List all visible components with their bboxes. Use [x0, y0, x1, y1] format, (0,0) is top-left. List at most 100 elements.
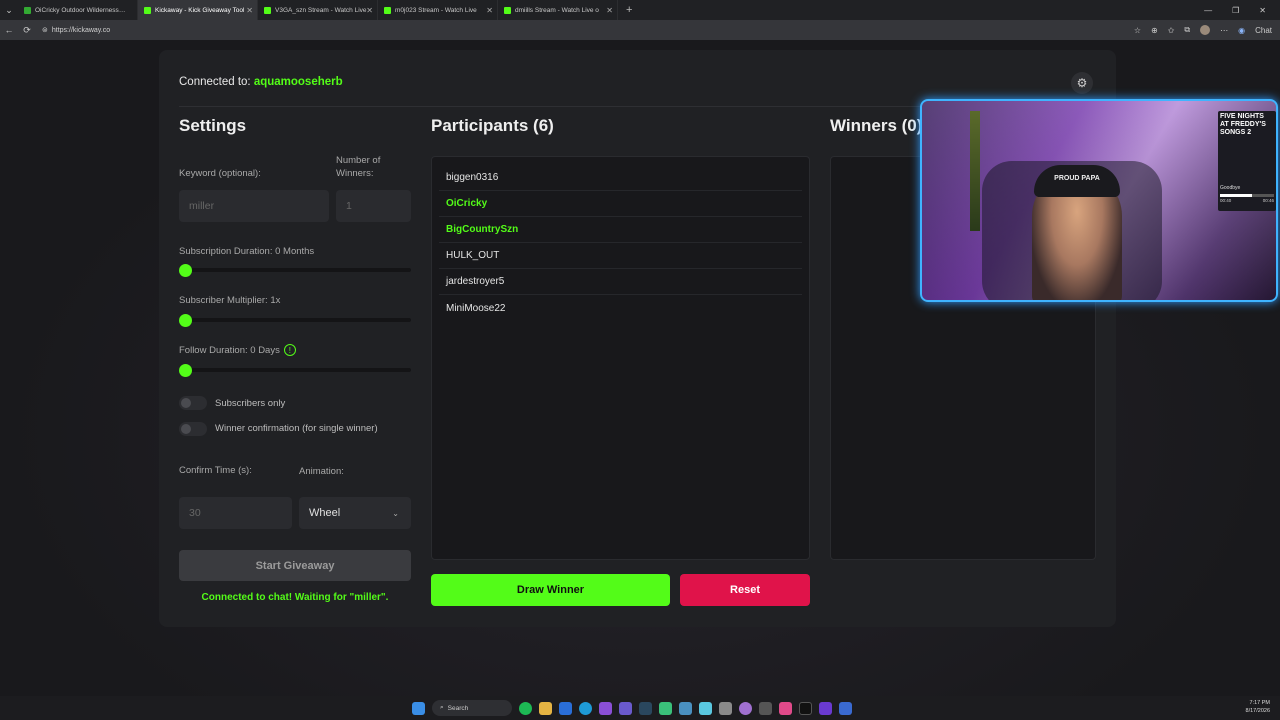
participant-row[interactable]: biggen0316 [439, 165, 802, 191]
kick-favicon-icon [384, 6, 391, 14]
participants-title: Participants (6) [431, 116, 554, 135]
song-progress-bar [1220, 194, 1274, 197]
browser-tab-5[interactable]: dmiills Stream - Watch Live o ✕ [498, 0, 618, 20]
tab-title: dmiills Stream - Watch Live o [515, 6, 599, 14]
subscribers-only-toggle[interactable] [179, 396, 207, 410]
participant-row[interactable]: BigCountrySzn [439, 217, 802, 243]
app-icon[interactable] [599, 701, 612, 715]
participant-row[interactable]: jardestroyer5 [439, 269, 802, 295]
close-window-icon[interactable]: ✕ [1259, 6, 1266, 15]
steam-icon[interactable] [639, 701, 652, 715]
site-info-icon[interactable]: ⊜ [42, 26, 48, 34]
app-icon[interactable] [679, 701, 692, 715]
maximize-icon[interactable]: ❐ [1232, 6, 1239, 15]
keyword-input[interactable]: miller [179, 190, 329, 222]
app-icon[interactable] [739, 701, 752, 715]
song-progress-fill [1220, 194, 1253, 197]
browser-tab-2[interactable]: Kickaway - Kick Giveaway Tool ✕ [138, 0, 258, 20]
participant-row[interactable]: OiCricky [439, 191, 802, 217]
windows-start-icon[interactable] [412, 701, 425, 715]
pixel-sword-decor [970, 111, 980, 231]
tab-title: Kickaway - Kick Giveaway Tool [155, 6, 245, 14]
spotify-icon[interactable] [519, 701, 532, 715]
confirm-time-input[interactable]: 30 [179, 497, 292, 529]
folder-icon[interactable] [539, 701, 552, 715]
chat-label[interactable]: Chat [1255, 26, 1272, 35]
animation-select[interactable]: Wheel ⌄ [299, 497, 411, 529]
participants-list: biggen0316 OiCricky BigCountrySzn HULK_O… [431, 156, 810, 560]
new-tab-button[interactable]: + [618, 4, 640, 16]
app-icon[interactable] [839, 701, 852, 715]
subscription-duration-label: Subscription Duration: 0 Months [179, 246, 315, 257]
slider-knob[interactable] [179, 364, 192, 377]
app-icon[interactable] [819, 701, 832, 715]
kick-favicon-icon [144, 6, 151, 14]
tab-menu-chevron-icon[interactable]: ⌄ [0, 5, 18, 16]
settings-gear-icon[interactable]: ⚙ [1071, 72, 1093, 94]
winner-confirmation-toggle[interactable] [179, 422, 207, 436]
winners-title: Winners (0) [830, 116, 923, 135]
follow-duration-slider[interactable] [179, 364, 411, 377]
winners-input[interactable]: 1 [336, 190, 411, 222]
favorites-icon[interactable]: ✩ [1168, 26, 1175, 35]
kick-favicon-icon [264, 6, 271, 14]
tab-close-icon[interactable]: ✕ [486, 6, 493, 15]
music-panel-title: FIVE NIGHTS AT FREDDY'S SONGS 2 [1220, 113, 1266, 136]
browser-tab-4[interactable]: m0j023 Stream - Watch Live ✕ [378, 0, 498, 20]
info-icon[interactable]: ! [283, 344, 296, 357]
minimize-icon[interactable]: — [1204, 6, 1212, 15]
participant-row[interactable]: MiniMoose22 [439, 295, 802, 321]
collections-icon[interactable]: ⧉ [1184, 25, 1190, 35]
tab-title: m0j023 Stream - Watch Live [395, 6, 477, 14]
reset-button[interactable]: Reset [680, 574, 810, 606]
chat-status-message: Connected to chat! Waiting for "miller". [201, 592, 389, 603]
streamer-cap: PROUD PAPA [1034, 165, 1120, 197]
follow-duration-label: Follow Duration: 0 Days [179, 345, 280, 356]
windows-taskbar: ⌕ Search 7:17 PM 8/17/2026 [0, 696, 1280, 720]
keyword-label: Keyword (optional): [179, 168, 261, 179]
browser-tab-1[interactable]: OiCricky Outdoor Wilderness Gam [18, 0, 138, 20]
app-icon[interactable] [619, 701, 632, 715]
camera-icon[interactable] [719, 701, 732, 715]
song-time-end: 00:46 [1262, 198, 1274, 203]
bookmark-star-icon[interactable]: ☆ [1134, 26, 1141, 35]
tab-close-icon[interactable]: ✕ [366, 6, 373, 15]
webcam-overlay: PROUD PAPA FIVE NIGHTS AT FREDDY'S SONGS… [920, 99, 1278, 302]
slider-knob[interactable] [179, 314, 192, 327]
draw-winner-button[interactable]: Draw Winner [431, 574, 670, 606]
tiktok-icon[interactable] [799, 701, 812, 715]
taskbar-clock[interactable]: 7:17 PM 8/17/2026 [1246, 699, 1270, 715]
browser-address-bar: ← ⟳ ⊜ https://kickaway.co ☆ ⊕ ✩ ⧉ ⋯ ◉ Ch… [0, 20, 1280, 40]
animation-selected-value: Wheel [309, 507, 341, 519]
tab-close-icon[interactable]: ✕ [606, 6, 613, 15]
browser-tab-3[interactable]: V3GA_szn Stream - Watch Live ✕ [258, 0, 378, 20]
cap-text: PROUD PAPA [1054, 175, 1100, 182]
start-giveaway-button[interactable]: Start Giveaway [179, 550, 411, 581]
toggle-dot [181, 424, 191, 434]
url-field[interactable]: ⊜ https://kickaway.co [42, 26, 110, 35]
app-icon[interactable] [759, 701, 772, 715]
tab-title: OiCricky Outdoor Wilderness Gam [35, 6, 127, 14]
copilot-icon[interactable]: ◉ [1238, 26, 1245, 35]
extension-icon[interactable]: ⊕ [1151, 26, 1158, 35]
app-icon[interactable] [779, 701, 792, 715]
taskbar-search[interactable]: ⌕ Search [432, 700, 512, 716]
participant-row[interactable]: HULK_OUT [439, 243, 802, 269]
app-icon[interactable] [699, 701, 712, 715]
browser-tab-bar: ⌄ OiCricky Outdoor Wilderness Gam Kickaw… [0, 0, 1280, 20]
winners-label: Number of Winners: [336, 155, 381, 179]
app-icon[interactable] [559, 701, 572, 715]
edge-icon[interactable] [579, 701, 592, 715]
tab-close-icon[interactable]: ✕ [246, 6, 253, 15]
app-icon[interactable] [659, 701, 672, 715]
more-options-icon[interactable]: ⋯ [1220, 26, 1228, 35]
profile-avatar[interactable] [1200, 25, 1211, 35]
subscriber-multiplier-slider[interactable] [179, 314, 411, 327]
subscription-duration-slider[interactable] [179, 264, 411, 277]
slider-knob[interactable] [179, 264, 192, 277]
chevron-down-icon: ⌄ [392, 508, 399, 518]
search-icon: ⌕ [440, 704, 444, 711]
song-title: Goodbye [1220, 185, 1241, 191]
reload-icon[interactable]: ⟳ [18, 25, 36, 36]
back-arrow-icon[interactable]: ← [0, 25, 18, 35]
